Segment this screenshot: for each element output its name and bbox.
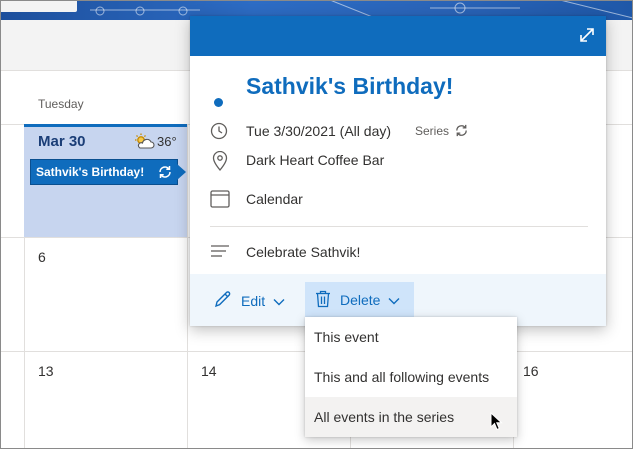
clock-icon: [210, 122, 228, 145]
chevron-down-icon: [388, 292, 400, 308]
location-pin-icon: [212, 150, 228, 176]
menu-item-this-and-following[interactable]: This and all following events: [305, 357, 517, 397]
day-number[interactable]: 13: [38, 363, 54, 379]
calendar-name: Calendar: [246, 191, 303, 207]
popup-header-bar: [190, 16, 606, 56]
event-location[interactable]: Dark Heart Coffee Bar: [246, 152, 384, 168]
delete-options-menu: This event This and all following events…: [305, 317, 517, 437]
trash-icon: [315, 290, 331, 311]
delete-button-label: Delete: [340, 292, 381, 308]
event-chip-label: Sathvik's Birthday!: [36, 165, 145, 179]
menu-item-this-event[interactable]: This event: [305, 317, 517, 357]
calendar-icon: [210, 189, 230, 213]
grid-col-divider: [187, 124, 188, 449]
menu-item-all-events[interactable]: All events in the series: [305, 397, 517, 437]
day-header-tuesday: Tuesday: [38, 97, 84, 111]
mouse-cursor-icon: [490, 411, 504, 437]
day-number[interactable]: 6: [38, 249, 46, 265]
edit-button-label: Edit: [241, 292, 266, 309]
delete-button[interactable]: Delete: [305, 282, 414, 318]
edit-button[interactable]: Edit: [214, 290, 285, 311]
day-number[interactable]: 14: [201, 363, 217, 379]
today-date: Mar 30: [38, 133, 86, 150]
event-notes: Celebrate Sathvik!: [246, 244, 361, 260]
pencil-icon: [214, 290, 232, 311]
event-details-popup: Sathvik's Birthday! Tue 3/30/2021 (All d…: [190, 16, 606, 326]
day-number[interactable]: 16: [523, 363, 539, 379]
partly-sunny-icon: [133, 133, 155, 156]
chevron-down-icon: [273, 293, 285, 309]
series-label: Series: [415, 124, 450, 138]
event-chip-birthday[interactable]: Sathvik's Birthday!: [30, 159, 178, 185]
event-date: Tue 3/30/2021 (All day): [246, 123, 392, 139]
notes-icon: [210, 244, 230, 263]
weather-temperature: 36°: [157, 134, 177, 149]
event-chip-pointer: [177, 164, 186, 180]
expand-icon[interactable]: [577, 25, 597, 50]
details-divider: [210, 226, 588, 227]
calendar-color-dot: [214, 98, 223, 107]
recurrence-icon: [157, 164, 173, 183]
recurrence-icon: [454, 123, 469, 143]
event-title: Sathvik's Birthday!: [246, 73, 454, 99]
